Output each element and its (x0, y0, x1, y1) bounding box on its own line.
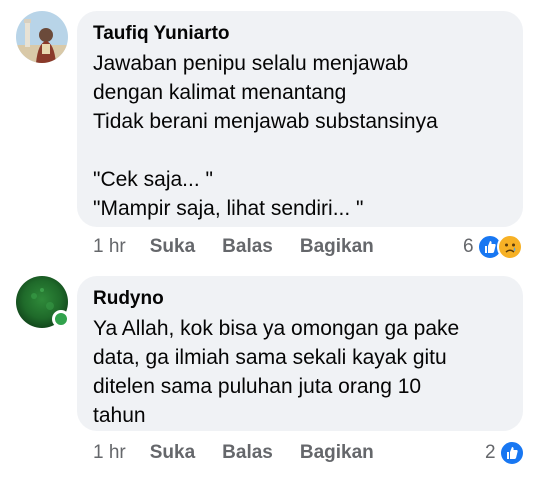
like-button[interactable]: Suka (150, 236, 195, 258)
comment-author[interactable]: Rudyno (93, 286, 507, 312)
comment-text: Ya Allah, kok bisa ya omongan ga pake da… (93, 317, 460, 427)
comment-actions: 1 hr Suka Balas Bagikan (93, 234, 401, 260)
comment-time[interactable]: 1 hr (93, 236, 126, 258)
reaction-summary[interactable]: 2 (485, 440, 525, 466)
reaction-count: 6 (463, 236, 474, 257)
reaction-count: 2 (485, 442, 496, 463)
share-button[interactable]: Bagikan (300, 236, 374, 258)
like-icon (498, 440, 525, 466)
share-button[interactable]: Bagikan (300, 442, 374, 464)
reaction-summary[interactable]: 6 (463, 234, 523, 260)
reply-button[interactable]: Balas (222, 442, 273, 464)
online-status-indicator (52, 310, 70, 328)
comment-actions: 1 hr Suka Balas Bagikan (93, 440, 401, 466)
comment-author[interactable]: Taufiq Yuniarto (93, 21, 507, 47)
avatar[interactable] (16, 11, 68, 63)
comment-bubble: Rudyno Ya Allah, kok bisa ya omongan ga … (77, 276, 523, 431)
comment-text: Jawaban penipu selalu menjawab dengan ka… (93, 52, 438, 220)
avatar-photo (16, 11, 68, 63)
sad-icon (496, 234, 523, 260)
like-button[interactable]: Suka (150, 442, 195, 464)
reply-button[interactable]: Balas (222, 236, 273, 258)
comment-bubble: Taufiq Yuniarto Jawaban penipu selalu me… (77, 11, 523, 227)
comment-time[interactable]: 1 hr (93, 442, 126, 464)
